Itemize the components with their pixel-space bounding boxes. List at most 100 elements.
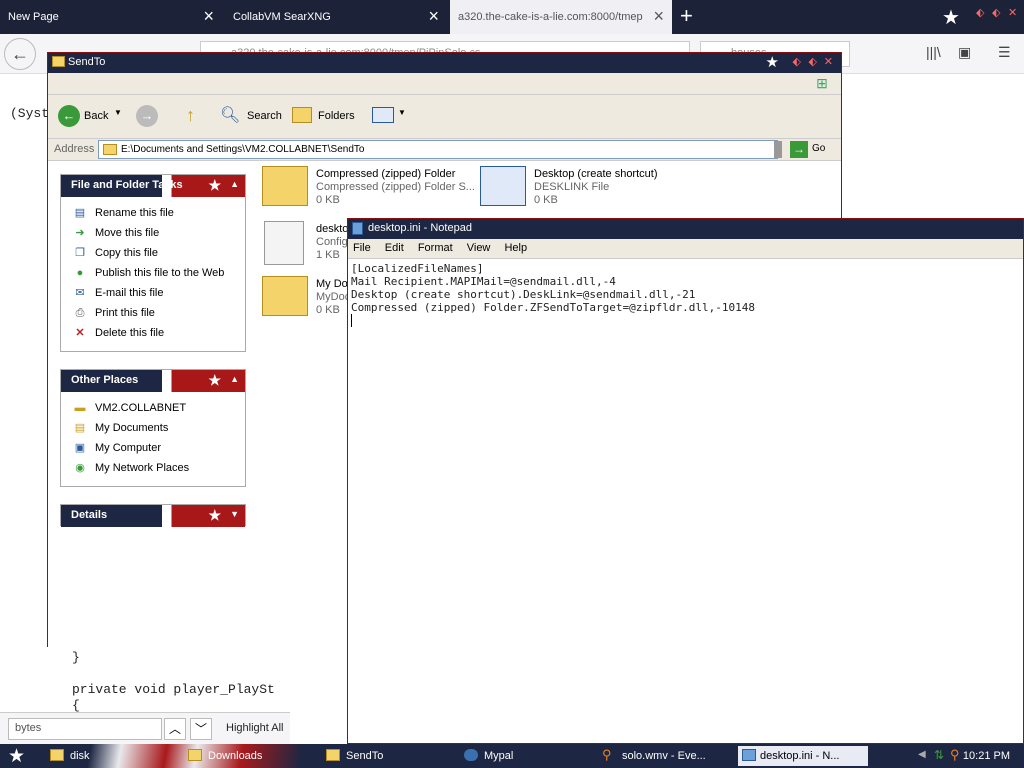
close-icon[interactable]: ✕	[1008, 6, 1017, 19]
menu-edit[interactable]: Edit	[385, 242, 404, 254]
new-tab-icon[interactable]: +	[680, 3, 693, 29]
maximize-icon[interactable]: ⬖	[992, 6, 1000, 19]
folder-icon	[188, 749, 202, 761]
task-print[interactable]: ⎙ Print this file	[61, 303, 245, 323]
task-rename[interactable]: ▤ Rename this file	[61, 203, 245, 223]
taskbar-item[interactable]: Mypal	[464, 746, 594, 766]
close-icon[interactable]: ×	[653, 6, 664, 27]
pane-header[interactable]: Details ★ ▼	[61, 505, 245, 527]
folder-icon: ▬	[74, 402, 86, 414]
printer-icon: ⎙	[75, 307, 85, 319]
network-icon[interactable]: ⇅	[934, 748, 944, 762]
file-name: Compressed (zipped) Folder	[316, 168, 456, 180]
forward-button[interactable]: →	[136, 105, 168, 129]
expand-icon[interactable]: ▼	[230, 509, 239, 519]
collapse-icon[interactable]: ▲	[230, 374, 239, 384]
menu-format[interactable]: Format	[418, 242, 453, 254]
taskbar-item[interactable]: disk	[50, 746, 180, 766]
place-my-computer[interactable]: ▣ My Computer	[61, 438, 245, 458]
up-arrow-icon: ↑	[186, 105, 195, 125]
code-text: } private void player_PlaySt {	[72, 650, 275, 713]
pane-header[interactable]: File and Folder Tasks ★ ▲	[61, 175, 245, 197]
folder-icon	[50, 749, 64, 761]
task-publish[interactable]: ● Publish this file to the Web	[61, 263, 245, 283]
menu-icon[interactable]: ☰	[998, 44, 1011, 61]
notepad-titlebar[interactable]: desktop.ini - Notepad	[348, 219, 1023, 239]
text-area[interactable]: [LocalizedFileNames] Mail Recipient.MAPI…	[351, 262, 755, 314]
minimize-icon[interactable]: ⬖	[976, 6, 984, 19]
minimize-icon[interactable]: ⬖	[793, 55, 801, 68]
task-delete[interactable]: ✕ Delete this file	[61, 323, 245, 343]
file-tasks-pane: File and Folder Tasks ★ ▲ ▤ Rename this f…	[60, 174, 246, 352]
pane-header[interactable]: Other Places ★ ▲	[61, 370, 245, 392]
taskbar-item-active[interactable]: desktop.ini - N...	[738, 746, 868, 766]
library-icon[interactable]: |||\	[926, 44, 941, 60]
code-text: (Syst	[10, 106, 50, 121]
views-button[interactable]: ▼	[372, 105, 406, 129]
search-label: Search	[247, 110, 282, 122]
go-button[interactable]: → Go	[790, 141, 825, 159]
folder-icon	[52, 56, 65, 67]
taskbar-item-label: solo.wmv - Eve...	[622, 750, 706, 762]
menu-bar: File Edit Format View Help	[348, 239, 1023, 259]
close-icon[interactable]: ×	[428, 6, 439, 27]
desktop-shortcut-icon	[480, 166, 526, 206]
task-move[interactable]: ➜ Move this file	[61, 223, 245, 243]
find-previous-button[interactable]: ︿	[164, 718, 186, 740]
up-folder-button[interactable]: ↑	[186, 105, 206, 129]
place-network[interactable]: ◉ My Network Places	[61, 458, 245, 478]
maximize-icon[interactable]: ⬖	[809, 55, 817, 68]
go-arrow-icon: →	[790, 141, 808, 158]
network-icon: ◉	[75, 462, 85, 474]
task-label: Move this file	[95, 227, 160, 239]
close-icon[interactable]: ✕	[824, 55, 833, 68]
menu-file[interactable]: File	[353, 242, 371, 254]
pane-title: Other Places	[71, 374, 139, 386]
star-icon: ★	[208, 372, 221, 388]
search-button[interactable]: 🔍︎ Search	[220, 105, 286, 129]
browser-tab-strip: New Page × CollabVM SearXNG × a320.the-c…	[0, 0, 1024, 34]
taskbar-item[interactable]: Downloads	[188, 746, 318, 766]
close-icon[interactable]: ×	[203, 6, 214, 27]
explorer-titlebar[interactable]: SendTo ★ ⬖ ⬖ ✕	[48, 53, 841, 73]
task-label: Print this file	[95, 307, 155, 319]
browser-tab-active[interactable]: a320.the-cake-is-a-lie.com:8000/tmep ×	[450, 0, 672, 34]
sidebar-icon[interactable]: ▣	[958, 44, 971, 61]
browser-tab[interactable]: New Page ×	[0, 0, 222, 34]
task-email[interactable]: ✉ E-mail this file	[61, 283, 245, 303]
address-dropdown[interactable]	[774, 141, 782, 158]
taskbar-item[interactable]: SendTo	[326, 746, 456, 766]
place-user-folder[interactable]: ▬ VM2.COLLABNET	[61, 398, 245, 418]
back-arrow-icon[interactable]: ←	[4, 38, 36, 70]
menu-view[interactable]: View	[467, 242, 491, 254]
start-button[interactable]: ★	[8, 745, 25, 768]
find-next-button[interactable]: ﹀	[190, 718, 212, 740]
window-title: SendTo	[68, 56, 106, 68]
search-icon: 🔍︎	[220, 107, 241, 124]
folder-icon	[326, 749, 340, 761]
folders-button[interactable]: Folders	[292, 105, 362, 129]
menu-help[interactable]: Help	[504, 242, 527, 254]
browser-tab[interactable]: CollabVM SearXNG ×	[225, 0, 447, 34]
find-bar: bytes ︿ ﹀ Highlight All	[0, 712, 290, 744]
tray-expand-icon[interactable]: ◀	[918, 749, 926, 760]
pane-title: Details	[71, 509, 108, 521]
task-copy[interactable]: ❐ Copy this file	[61, 243, 245, 263]
highlight-all-checkbox[interactable]: Highlight All	[226, 722, 283, 734]
taskbar-item[interactable]: ⚲ solo.wmv - Eve...	[602, 746, 730, 766]
star-icon: ★	[942, 7, 960, 29]
collapse-icon[interactable]: ▲	[230, 179, 239, 189]
email-icon: ✉	[75, 287, 85, 299]
address-label: Address	[54, 143, 95, 155]
other-places-pane: Other Places ★ ▲ ▬ VM2.COLLABNET ▤ My Docu…	[60, 369, 246, 487]
globe-icon: ●	[76, 267, 84, 279]
browser-tab-title: New Page	[8, 11, 59, 23]
place-my-documents[interactable]: ▤ My Documents	[61, 418, 245, 438]
details-pane: Details ★ ▼	[60, 504, 246, 527]
explorer-toolbar: ← Back ▼ → ↑ 🔍︎ Search Folders ▼	[48, 95, 841, 139]
find-input[interactable]: bytes	[8, 718, 162, 740]
file-size: 1 KB	[316, 249, 340, 261]
address-input[interactable]: E:\Documents and Settings\VM2.COLLABNET\…	[98, 140, 778, 159]
back-button[interactable]: ← Back ▼	[58, 105, 122, 129]
search-icon[interactable]: ⚲	[950, 747, 960, 763]
